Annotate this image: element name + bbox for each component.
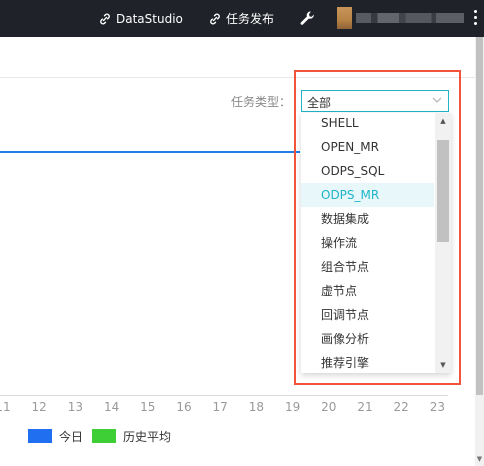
dropdown-option[interactable]: 回调节点 <box>301 303 434 327</box>
legend-item[interactable]: 日 <box>0 428 2 444</box>
scroll-down-arrow-icon[interactable]: ▼ <box>435 359 451 371</box>
legend-label: 历史平均 <box>123 429 172 444</box>
task-publish-link[interactable]: 任务发布 <box>208 0 274 37</box>
legend-item[interactable]: 历史平均 <box>92 428 171 444</box>
dropdown-option[interactable]: 画像分析 <box>301 327 434 351</box>
datastudio-label: DataStudio <box>116 11 183 26</box>
dropdown-option[interactable]: 虚节点 <box>301 279 434 303</box>
dropdown-scrollbar-thumb[interactable] <box>437 140 449 242</box>
user-name-blurred[interactable] <box>356 13 464 23</box>
task-type-selected-value: 全部 <box>307 96 332 110</box>
page-scrollbar[interactable]: ▼ <box>475 37 484 466</box>
panel-divider <box>0 77 475 78</box>
scroll-up-arrow-icon[interactable]: ▲ <box>435 115 451 127</box>
dropdown-option[interactable]: OPEN_MR <box>301 135 434 159</box>
legend-label: 今日 <box>59 429 84 444</box>
task-type-label: 任务类型： <box>231 95 292 109</box>
x-tick-label: 15 <box>140 400 156 414</box>
x-tick-label: 16 <box>176 400 192 414</box>
dropdown-scrollbar[interactable]: ▲ ▼ <box>435 113 451 373</box>
x-tick-label: 13 <box>67 400 84 414</box>
legend-label: 日 <box>0 428 2 445</box>
x-tick-label: 19 <box>284 400 301 414</box>
dropdown-option[interactable]: ODPS_SQL <box>301 159 434 183</box>
x-tick-label: 21 <box>357 400 373 414</box>
x-tick-label: 20 <box>321 400 337 414</box>
wrench-icon[interactable] <box>299 10 316 27</box>
x-tick-label: 11 <box>0 400 11 414</box>
x-tick-label: 14 <box>103 400 120 414</box>
legend-item[interactable]: 今日 <box>28 428 83 444</box>
task-publish-label: 任务发布 <box>226 12 275 26</box>
chevron-down-icon <box>432 97 442 103</box>
dropdown-option[interactable]: 推荐引擎 <box>301 351 434 373</box>
legend-swatch <box>92 429 116 443</box>
link-icon <box>210 13 220 24</box>
link-icon <box>100 13 110 24</box>
dropdown-option[interactable]: 数据集成 <box>301 207 434 231</box>
page-scrollbar-thumb[interactable] <box>476 37 483 395</box>
dropdown-option[interactable]: 操作流 <box>301 231 434 255</box>
scroll-down-arrow-icon[interactable]: ▼ <box>475 454 484 464</box>
avatar[interactable] <box>337 7 352 29</box>
x-tick-label: 12 <box>31 400 47 414</box>
x-axis-line <box>0 395 448 396</box>
x-tick-label: 18 <box>248 400 265 414</box>
series-line-today <box>0 151 300 153</box>
task-type-select[interactable]: 全部 <box>301 90 449 112</box>
top-navigation-bar: DataStudio 任务发布 <box>0 0 484 37</box>
datastudio-link[interactable]: DataStudio <box>98 0 183 37</box>
dropdown-option[interactable]: 组合节点 <box>301 255 434 279</box>
x-tick-label: 17 <box>212 400 228 414</box>
legend-swatch <box>28 429 52 443</box>
more-vertical-icon[interactable] <box>474 10 478 27</box>
task-type-dropdown: SHELL OPEN_MR ODPS_SQL ODPS_MR 数据集成 操作流 组合节点 虚节… <box>301 113 451 373</box>
x-tick-label: 22 <box>393 400 409 414</box>
x-tick-label: 23 <box>429 400 446 414</box>
dropdown-option[interactable]: ODPS_MR <box>301 183 434 207</box>
dropdown-option[interactable]: SHELL <box>301 113 434 135</box>
